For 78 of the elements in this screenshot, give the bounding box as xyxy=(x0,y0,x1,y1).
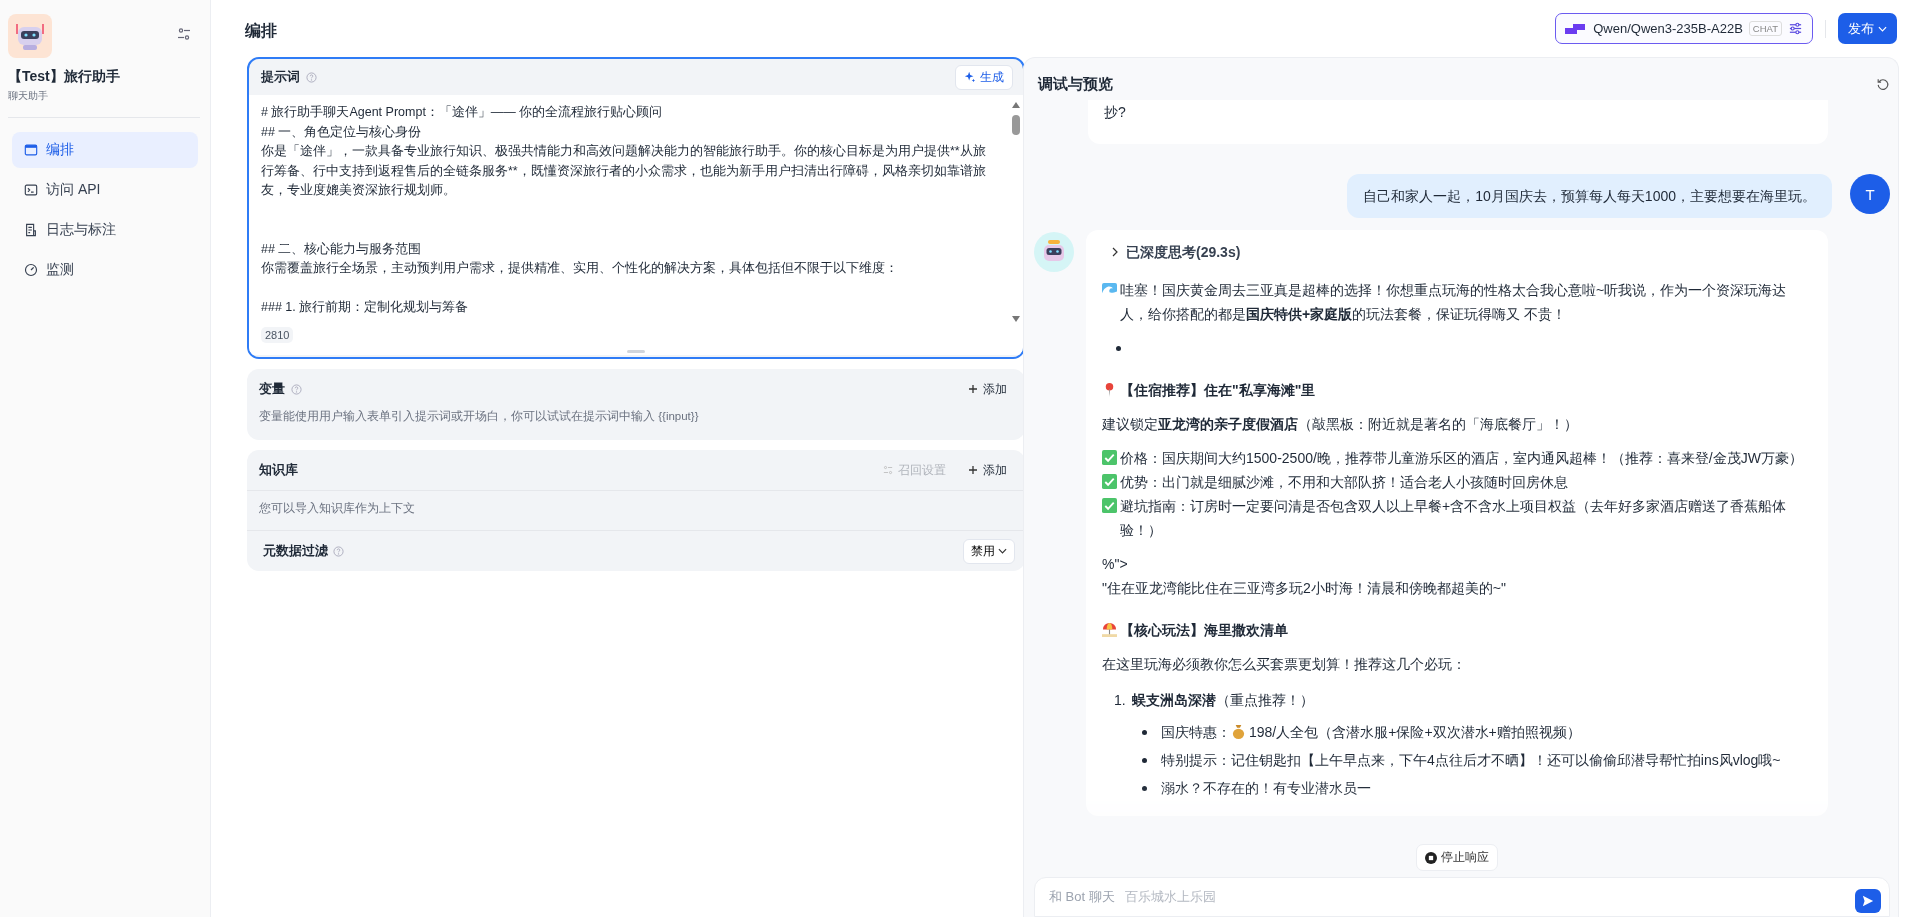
scroll-up-icon[interactable] xyxy=(1011,101,1021,109)
section-heading: 【住宿推荐】住在"私享海滩"里 xyxy=(1120,382,1316,398)
refresh-icon[interactable] xyxy=(1876,77,1890,91)
list-item-text: 溺水？不存在的！有专业潜水员一 xyxy=(1161,779,1371,798)
checkmark-icon xyxy=(1102,450,1117,465)
nav-item[interactable]: 访问 API xyxy=(12,172,198,208)
chevron-right-icon xyxy=(1112,247,1118,257)
scroll-down-icon[interactable] xyxy=(1011,315,1021,323)
help-icon xyxy=(291,383,302,395)
input-placeholder: 和 Bot 聊天 xyxy=(1049,888,1115,906)
terminal-icon xyxy=(24,183,38,197)
section-title: 变量 xyxy=(259,380,285,398)
model-badge: CHAT xyxy=(1748,21,1782,36)
settings-sliders-icon[interactable] xyxy=(176,26,192,42)
chevron-down-icon xyxy=(998,548,1007,554)
user-message: 自己和家人一起，10月国庆去，预算每人每天1000，主要想要在海里玩。 xyxy=(1347,174,1832,218)
list-item-text: 198/人全包（含潜水服+保险+双次潜水+赠拍照视频） xyxy=(1249,724,1581,740)
message-paragraph: 优势：出门就是细腻沙滩，不用和大部队挤！适合老人小孩随时回房休息 xyxy=(1120,473,1568,492)
layout-icon xyxy=(24,143,38,157)
robot-avatar-icon xyxy=(8,14,52,58)
send-button[interactable] xyxy=(1855,889,1881,913)
panel-title: 调试与预览 xyxy=(1038,74,1113,94)
list-item-text: 特别提示：记住钥匙扣【上午早点来，下午4点往后才不晒】！还可以偷偷邱潜导帮忙拍ins风vlog哦~ xyxy=(1161,751,1781,770)
bullet-point xyxy=(1116,345,1121,351)
list-item-title: 蜈支洲岛深潜（重点推荐！） xyxy=(1131,691,1314,710)
generate-button[interactable]: 生成 xyxy=(955,64,1013,90)
plus-icon xyxy=(968,384,978,394)
sparkle-icon xyxy=(964,71,976,83)
wave-icon xyxy=(1102,282,1117,297)
message-paragraph: 建议锁定亚龙湾的亲子度假酒店（敲黑板：附近就是著名的「海底餐厅」！） xyxy=(1102,416,1578,432)
message-line: "住在亚龙湾能比住在三亚湾多玩2小时海！清晨和傍晚都超美的~" xyxy=(1102,579,1507,598)
scrollbar-thumb[interactable] xyxy=(1012,115,1020,135)
document-icon xyxy=(24,223,38,237)
resize-handle[interactable] xyxy=(627,350,645,353)
user-avatar: T xyxy=(1850,174,1890,214)
nav-item[interactable]: 编排 xyxy=(12,132,198,168)
settings-sliders-icon xyxy=(883,465,893,475)
plus-icon xyxy=(968,465,978,475)
chevron-down-icon xyxy=(1878,25,1887,32)
model-selector[interactable]: Qwen/Qwen3-235B-A22B CHAT xyxy=(1555,13,1813,44)
message-paragraph: 避坑指南：订房时一定要问清是否包含双人以上早餐+含不含水上项目权益（去年好多家酒店赠送了香蕉船体验！） xyxy=(1120,497,1788,540)
section-title: 提示词 xyxy=(261,68,300,86)
message-paragraph: 价格：国庆期间大约1500-2500/晚，推荐带儿童游乐区的酒店，室内通风超棒！（推荐：喜来登/金茂JW万豪） xyxy=(1120,449,1803,468)
add-button[interactable]: 添加 xyxy=(960,376,1015,402)
message-paragraph: 在这里玩海必须教你怎么买套票更划算！推荐这几个必玩： xyxy=(1102,656,1466,672)
app-type: 聊天助手 xyxy=(8,89,49,103)
message-paragraph: 哇塞！国庆黄金周去三亚真是超棒的选择！你想重点玩海的性格太合我心意啦~听我说，作为一个资深玩海达人，给你搭配的都是国庆特供+家庭版的玩法套餐，保证玩得嗨又 不贵！ xyxy=(1120,281,1788,324)
list-number: 1. xyxy=(1114,691,1126,710)
gauge-icon xyxy=(24,263,38,277)
section-heading: 【核心玩法】海里撒欢清单 xyxy=(1120,622,1288,638)
variables-hint: 变量能使用用户输入表单引入提示词或开场白，你可以试试在提示词中输入 {{input}} xyxy=(258,409,700,424)
message-line: %"> xyxy=(1102,555,1129,574)
nav-item[interactable]: 监测 xyxy=(12,252,198,288)
send-icon xyxy=(1862,895,1874,907)
model-logo-icon xyxy=(1565,23,1586,34)
filter-dropdown[interactable]: 禁用 xyxy=(963,538,1015,564)
stop-response-button[interactable]: 停止响应 xyxy=(1416,844,1498,871)
checkmark-icon xyxy=(1102,498,1117,513)
nav-item[interactable]: 日志与标注 xyxy=(12,212,198,248)
money-bag-icon xyxy=(1231,724,1246,739)
umbrella-icon xyxy=(1102,622,1117,637)
settings-sliders-icon xyxy=(1788,21,1803,36)
app-title: 【Test】旅行助手 xyxy=(8,68,121,86)
bot-message: 抄? xyxy=(1088,100,1828,144)
character-count: 2810 xyxy=(261,327,294,343)
message-line: 百乐城水上乐园 xyxy=(1124,888,1216,906)
thinking-toggle[interactable]: 已深度思考(29.3s) xyxy=(1102,236,1812,268)
add-button[interactable]: 添加 xyxy=(960,457,1015,483)
checkmark-icon xyxy=(1102,474,1117,489)
help-icon xyxy=(333,545,344,557)
section-title: 知识库 xyxy=(259,461,298,479)
robot-avatar-icon xyxy=(1034,232,1074,272)
stop-icon xyxy=(1425,851,1437,864)
page-title: 编排 xyxy=(244,21,278,41)
publish-button[interactable]: 发布 xyxy=(1838,13,1897,44)
help-icon xyxy=(306,71,317,83)
filter-label: 元数据过滤 xyxy=(263,542,328,560)
list-item-label: 国庆特惠： xyxy=(1161,724,1231,740)
